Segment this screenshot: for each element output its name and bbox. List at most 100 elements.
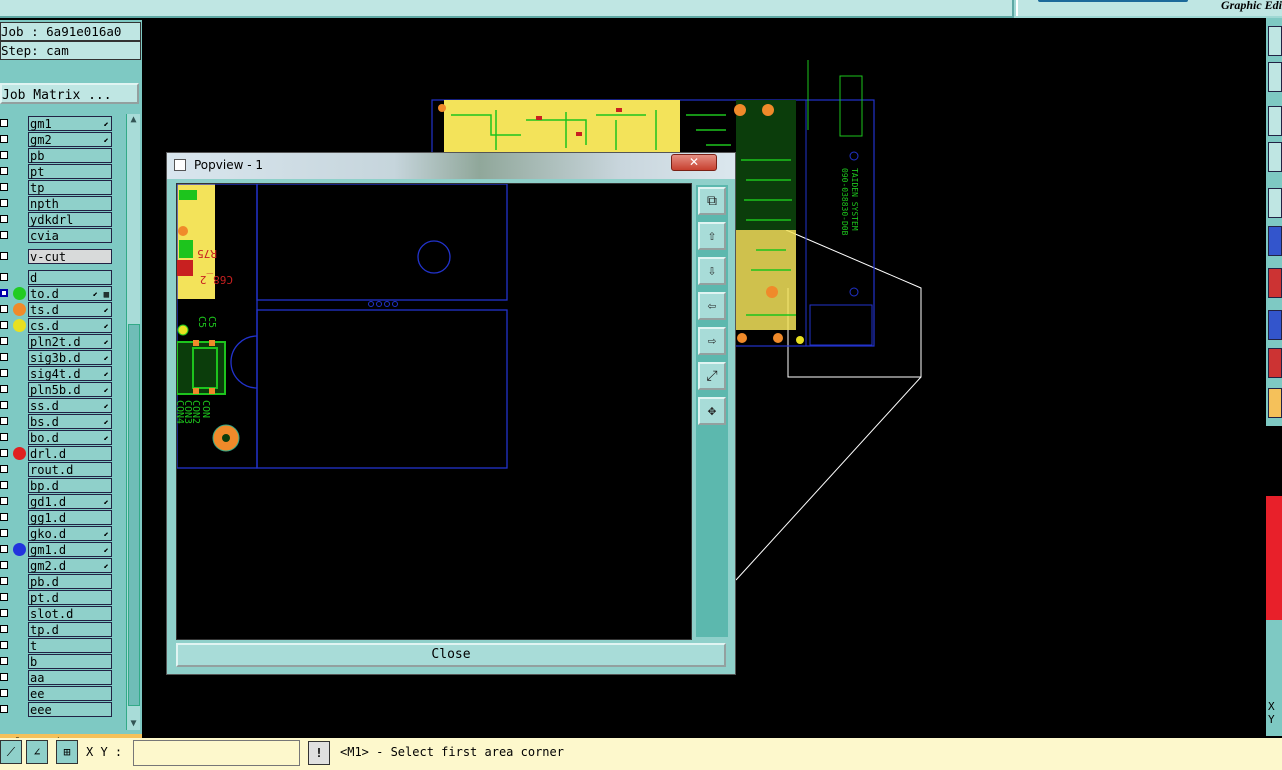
layer-name[interactable]: pln2t.d ⬋ — [28, 334, 112, 349]
layer-row[interactable]: sig4t.d ⬋ — [0, 366, 115, 382]
scroll-down-icon[interactable]: ▼ — [127, 718, 140, 730]
layer-checkbox[interactable] — [0, 545, 8, 553]
layer-name[interactable]: bs.d ⬋ — [28, 414, 112, 429]
layer-checkbox[interactable] — [0, 273, 8, 281]
grid-icon[interactable]: ⊞ — [56, 740, 78, 764]
layer-name[interactable]: ss.d ⬋ — [28, 398, 112, 413]
layer-row[interactable]: gg1.d — [0, 510, 115, 526]
right-tool-9[interactable] — [1268, 348, 1282, 378]
layer-row[interactable]: pln5b.d ⬋ — [0, 382, 115, 398]
layer-row[interactable]: b — [0, 654, 115, 670]
layer-row[interactable]: pb — [0, 148, 115, 164]
layer-checkbox[interactable] — [0, 167, 8, 175]
layer-row[interactable]: eee — [0, 702, 115, 718]
layer-checkbox[interactable] — [0, 231, 8, 239]
layer-checkbox[interactable] — [0, 417, 8, 425]
layer-row[interactable]: ts.d ⬋ — [0, 302, 115, 318]
layer-name[interactable]: tp.d — [28, 622, 112, 637]
layer-checkbox[interactable] — [0, 337, 8, 345]
layer-checkbox[interactable] — [0, 215, 8, 223]
layer-color-dot[interactable] — [13, 319, 26, 332]
layer-name[interactable]: gg1.d — [28, 510, 112, 525]
layer-name[interactable]: sig3b.d ⬋ — [28, 350, 112, 365]
layer-name[interactable]: ee — [28, 686, 112, 701]
layer-checkbox[interactable] — [0, 561, 8, 569]
layer-checkbox[interactable] — [0, 689, 8, 697]
layer-row[interactable]: ee — [0, 686, 115, 702]
layer-row[interactable]: npth — [0, 196, 115, 212]
layer-row[interactable]: t — [0, 638, 115, 654]
layer-name[interactable]: to.d ⬋ ▦ — [28, 286, 112, 301]
layer-name[interactable]: pb.d — [28, 574, 112, 589]
layer-name[interactable]: gm1.d ⬋ — [28, 542, 112, 557]
layer-row[interactable]: ss.d ⬋ — [0, 398, 115, 414]
layer-name[interactable]: v-cut — [28, 249, 112, 264]
layer-name[interactable]: eee — [28, 702, 112, 717]
layer-checkbox[interactable] — [0, 151, 8, 159]
layer-list-scrollbar[interactable]: ▲ ▼ — [126, 114, 140, 730]
zoom-window-icon[interactable]: ⧉ — [698, 187, 726, 215]
layer-row[interactable]: pb.d — [0, 574, 115, 590]
layer-checkbox[interactable] — [0, 183, 8, 191]
right-tool-3[interactable] — [1268, 106, 1282, 136]
layer-row[interactable]: sig3b.d ⬋ — [0, 350, 115, 366]
layer-row[interactable]: tp.d — [0, 622, 115, 638]
layer-checkbox[interactable] — [0, 449, 8, 457]
layer-row[interactable]: gko.d ⬋ — [0, 526, 115, 542]
popview-canvas[interactable]: R75 C68_2 C5 C5 CON CON2 CON3 CON4 — [174, 183, 692, 640]
layer-checkbox[interactable] — [0, 497, 8, 505]
layer-row[interactable]: gm1.d ⬋ — [0, 542, 115, 558]
layer-row[interactable]: d — [0, 270, 115, 286]
layer-name[interactable]: d — [28, 270, 112, 285]
layer-name[interactable]: drl.d — [28, 446, 112, 461]
layer-name[interactable]: bo.d ⬋ — [28, 430, 112, 445]
layer-checkbox[interactable] — [0, 609, 8, 617]
layer-row[interactable]: tp — [0, 180, 115, 196]
layer-name[interactable]: t — [28, 638, 112, 653]
pan-left-icon[interactable]: ⇦ — [698, 292, 726, 320]
layer-row[interactable]: gm2.d ⬋ — [0, 558, 115, 574]
zoom-in-icon[interactable]: ⤢ — [698, 362, 726, 390]
layer-name[interactable]: ydkdrl — [28, 212, 112, 227]
snap-icon[interactable]: ⟋ — [0, 740, 22, 764]
layer-row[interactable]: ydkdrl — [0, 212, 115, 228]
layer-color-dot[interactable] — [13, 287, 26, 300]
scroll-thumb[interactable] — [128, 324, 140, 706]
layer-row[interactable]: pt.d — [0, 590, 115, 606]
xy-input[interactable] — [133, 740, 300, 766]
layer-row[interactable]: bs.d ⬋ — [0, 414, 115, 430]
layer-row[interactable]: v-cut — [0, 249, 115, 265]
layer-checkbox[interactable] — [0, 305, 8, 313]
layer-row[interactable]: to.d ⬋ ▦ — [0, 286, 115, 302]
right-tool-7[interactable] — [1268, 268, 1282, 298]
layer-name[interactable]: rout.d — [28, 462, 112, 477]
layer-checkbox[interactable] — [0, 199, 8, 207]
angle-icon[interactable]: ∠ — [26, 740, 48, 764]
layer-checkbox[interactable] — [0, 625, 8, 633]
right-tool-1[interactable] — [1268, 26, 1282, 56]
layer-checkbox[interactable] — [0, 641, 8, 649]
zoom-out-icon[interactable]: ✥ — [698, 397, 726, 425]
layer-row[interactable]: pln2t.d ⬋ — [0, 334, 115, 350]
layer-checkbox[interactable] — [0, 135, 8, 143]
job-matrix-button[interactable]: Job Matrix ... — [0, 83, 139, 104]
layer-checkbox[interactable] — [0, 252, 8, 260]
layer-color-dot[interactable] — [13, 543, 26, 556]
layer-name[interactable]: aa — [28, 670, 112, 685]
layer-checkbox[interactable] — [0, 577, 8, 585]
layer-checkbox[interactable] — [0, 481, 8, 489]
layer-name[interactable]: pln5b.d ⬋ — [28, 382, 112, 397]
layer-row[interactable]: gm2 ⬋ — [0, 132, 115, 148]
layer-checkbox[interactable] — [0, 353, 8, 361]
scroll-up-icon[interactable]: ▲ — [127, 114, 140, 126]
layer-checkbox[interactable] — [0, 385, 8, 393]
layer-row[interactable]: rout.d — [0, 462, 115, 478]
popview-titlebar[interactable]: Popview - 1 ✕ — [167, 153, 735, 179]
layer-name[interactable]: b — [28, 654, 112, 669]
pan-up-icon[interactable]: ⇧ — [698, 222, 726, 250]
pan-right-icon[interactable]: ⇨ — [698, 327, 726, 355]
layer-row[interactable]: pt — [0, 164, 115, 180]
layer-checkbox[interactable] — [0, 465, 8, 473]
right-tool-8[interactable] — [1268, 310, 1282, 340]
layer-checkbox[interactable] — [0, 433, 8, 441]
